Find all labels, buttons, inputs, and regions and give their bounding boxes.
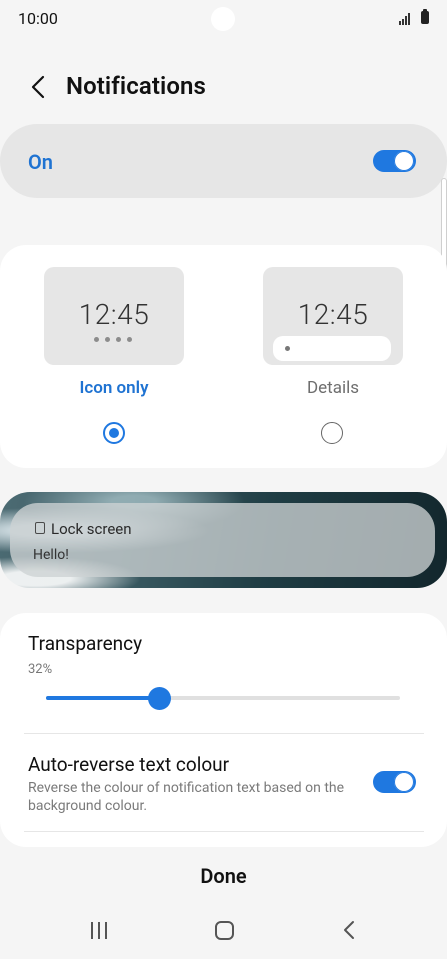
lock-app-name: Lock screen <box>51 520 132 538</box>
details-preview[interactable]: 12:45 <box>263 267 403 365</box>
radio-icon-only[interactable] <box>103 422 125 444</box>
transparency-slider-thumb[interactable] <box>148 687 171 710</box>
nav-back-icon[interactable] <box>342 920 356 940</box>
master-switch-label: On <box>28 150 53 174</box>
option-label-details[interactable]: Details <box>263 378 403 398</box>
divider <box>24 733 424 734</box>
radio-details[interactable] <box>321 422 343 444</box>
status-time: 10:00 <box>18 9 58 28</box>
lock-message: Hello! <box>33 547 69 563</box>
auto-reverse-title[interactable]: Auto-reverse text colour <box>28 753 229 776</box>
page-title: Notifications <box>66 72 206 100</box>
signal-icon <box>399 13 410 25</box>
auto-reverse-toggle[interactable] <box>373 771 416 793</box>
battery-icon <box>421 9 429 24</box>
notification-bubble <box>273 336 391 361</box>
transparency-title: Transparency <box>28 632 143 655</box>
done-button[interactable]: Done <box>0 864 447 888</box>
transparency-slider-fill <box>46 696 160 700</box>
lock-notification-card <box>10 503 435 577</box>
back-arrow-icon[interactable] <box>28 74 52 100</box>
notification-dots <box>94 337 132 342</box>
toggle-knob <box>394 151 414 171</box>
camera-cutout <box>211 7 235 31</box>
master-toggle[interactable] <box>373 150 416 172</box>
auto-reverse-description: Reverse the colour of notification text … <box>28 780 345 814</box>
preview-clock: 12:45 <box>297 298 369 331</box>
recent-apps-icon[interactable] <box>91 922 107 939</box>
divider <box>24 831 424 832</box>
home-icon[interactable] <box>215 921 234 940</box>
preview-clock: 12:45 <box>78 298 150 331</box>
app-icon <box>35 522 45 534</box>
transparency-value: 32% <box>28 662 53 677</box>
option-label-icon-only[interactable]: Icon only <box>44 378 184 398</box>
icon-only-preview[interactable]: 12:45 <box>44 267 184 365</box>
toggle-knob <box>394 772 414 792</box>
